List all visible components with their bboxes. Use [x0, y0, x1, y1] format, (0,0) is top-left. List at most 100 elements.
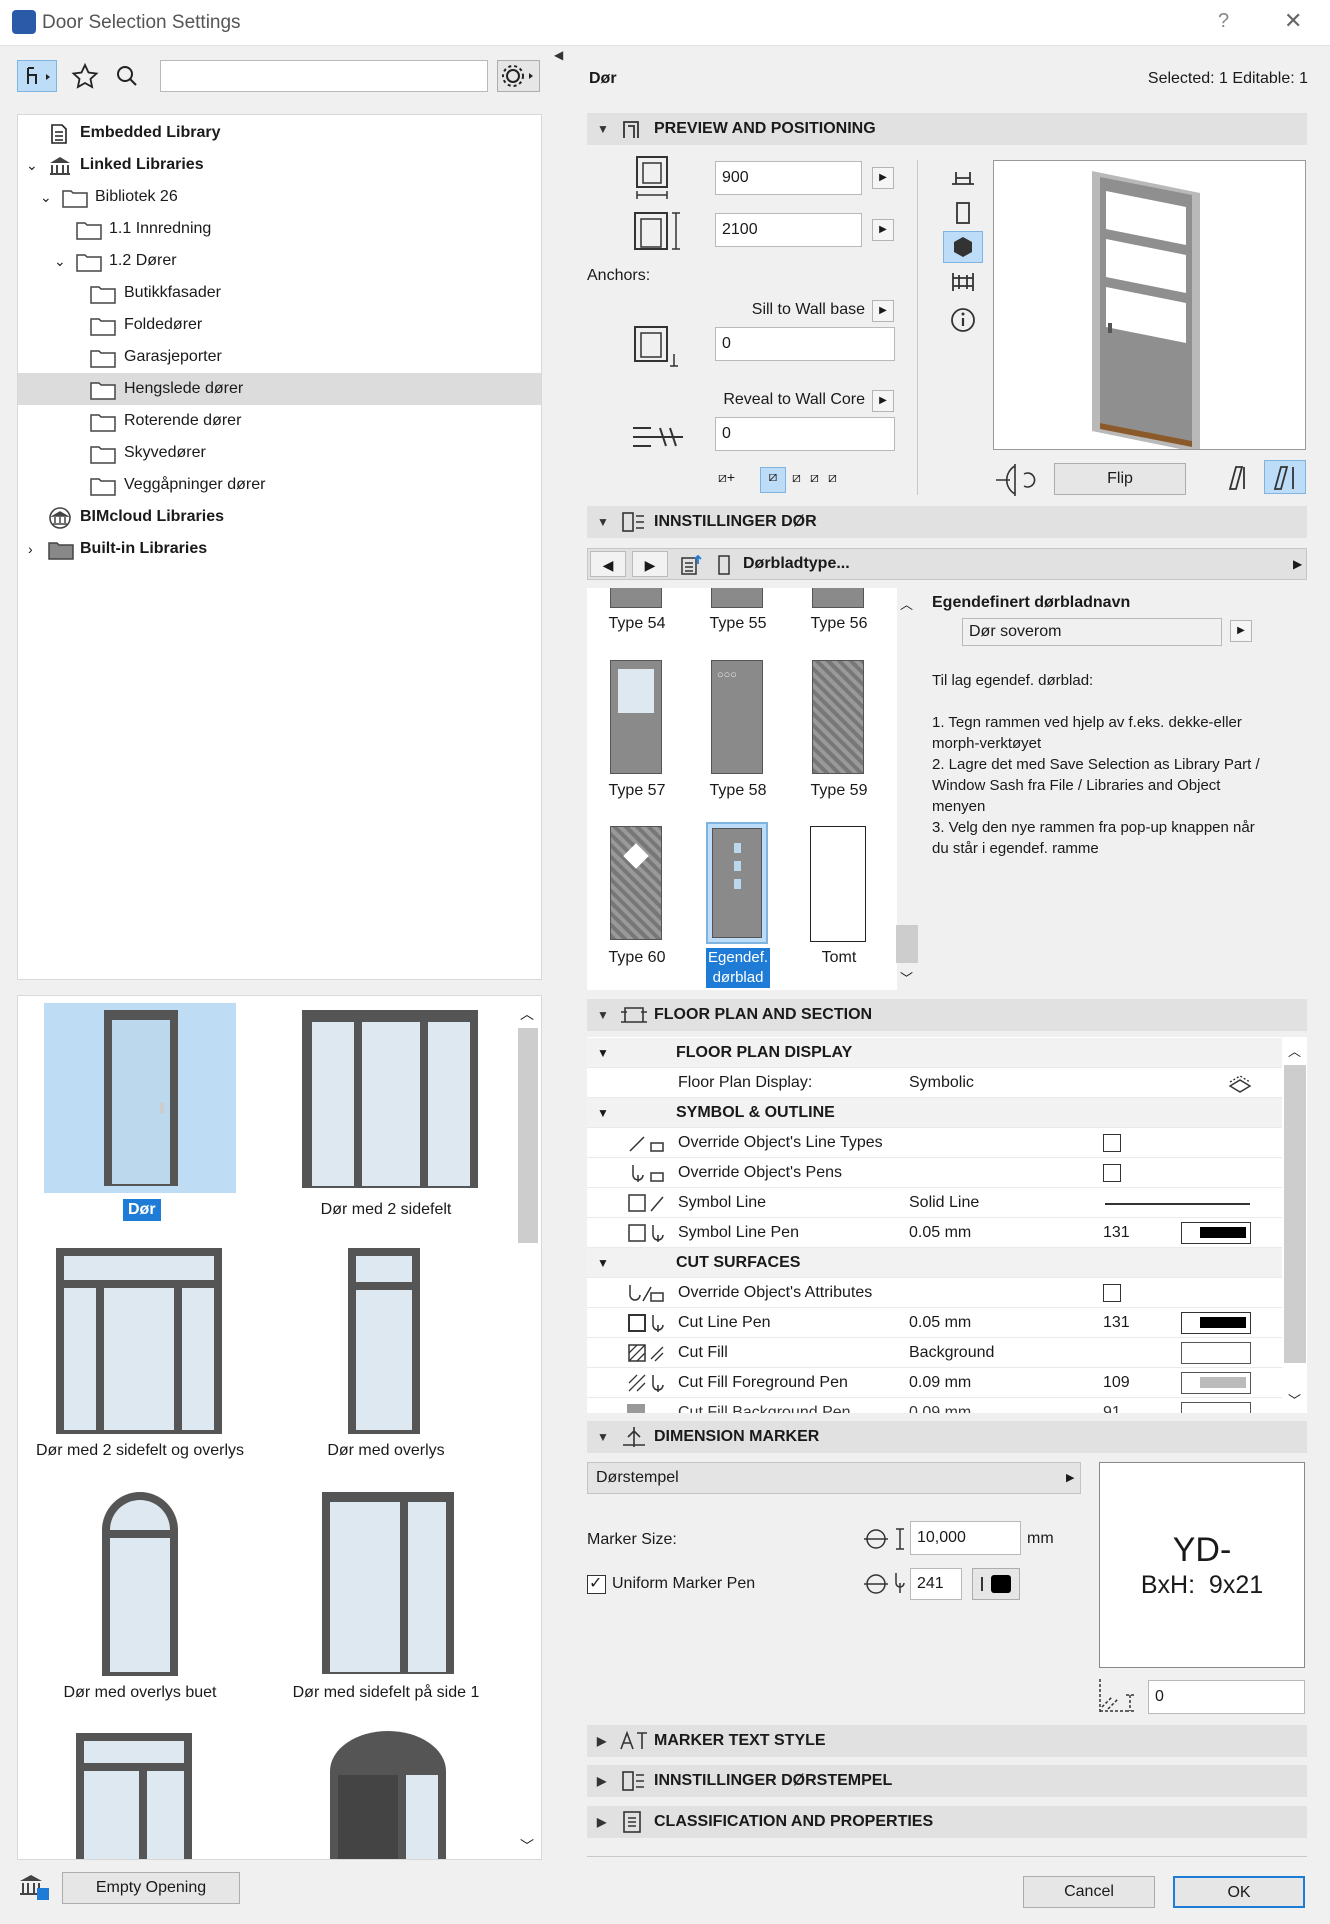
door-left-icon[interactable]	[1224, 463, 1254, 493]
row-symbol-line[interactable]: Symbol Line Solid Line	[587, 1188, 1282, 1218]
info-icon[interactable]	[950, 307, 976, 333]
plan-view-icon[interactable]	[950, 166, 976, 188]
leaf-type-thumb[interactable]	[812, 660, 864, 774]
tree-item-butikkfasader[interactable]: Butikkfasader	[18, 277, 541, 309]
leaf-scroll-up[interactable]: ︿	[900, 594, 913, 613]
tree-item-embedded[interactable]: Embedded Library	[18, 117, 541, 149]
leaf-type-thumb[interactable]	[610, 826, 662, 940]
search-button[interactable]	[114, 63, 140, 89]
row-override-pens[interactable]: Override Object's Pens	[587, 1158, 1282, 1188]
3d-view-button[interactable]	[943, 231, 983, 263]
uniform-pen-checkbox[interactable]: ✓	[587, 1575, 606, 1594]
pen-color-swatch[interactable]	[1181, 1222, 1251, 1244]
tree-item-builtin[interactable]: › Built-in Libraries	[18, 533, 541, 565]
grid-scrollbar-thumb[interactable]	[1284, 1065, 1306, 1363]
section-classification[interactable]: ▶ CLASSIFICATION AND PROPERTIES	[587, 1806, 1307, 1838]
tree-item-skyvedorer[interactable]: Skyvedører	[18, 437, 541, 469]
thumb-dor-sidefelt-side1[interactable]	[290, 1490, 482, 1680]
door-right-button[interactable]	[1264, 460, 1306, 494]
section-door-settings[interactable]: ▼ INNSTILLINGER DØR	[587, 506, 1307, 538]
override-line-types-checkbox[interactable]	[1103, 1134, 1121, 1152]
tree-item-veggapninger[interactable]: Veggåpninger dører	[18, 469, 541, 501]
leaf-type-thumb[interactable]	[812, 588, 864, 608]
pen-color-swatch[interactable]	[1181, 1372, 1251, 1394]
tree-item-linked[interactable]: ⌄ Linked Libraries	[18, 149, 541, 181]
leaf-type-thumb[interactable]	[610, 588, 662, 608]
width-options-button[interactable]: ▶	[872, 167, 894, 189]
expand-arrow-icon[interactable]: ⌄	[40, 181, 52, 213]
section-view-icon[interactable]	[950, 270, 976, 294]
row-cut-fill-fg-pen[interactable]: Cut Fill Foreground Pen 0.09 mm 109	[587, 1368, 1282, 1398]
thumbs-scroll-down[interactable]: ﹀	[520, 1836, 534, 1856]
tree-item-garasjeporter[interactable]: Garasjeporter	[18, 341, 541, 373]
thumbs-scrollbar-thumb[interactable]	[518, 1028, 538, 1243]
leaf-type-thumb[interactable]: ○○○	[711, 660, 763, 774]
search-input[interactable]	[160, 60, 488, 92]
close-button[interactable]: ✕	[1284, 8, 1302, 34]
row-cut-fill-bg-pen[interactable]: Cut Fill Background Pen 0.09 mm 91	[587, 1398, 1282, 1413]
height-options-button[interactable]: ▶	[872, 219, 894, 241]
marker-pen-swatch[interactable]	[972, 1568, 1020, 1600]
thumb-dor-2-sidefelt-overlys[interactable]	[44, 1246, 236, 1436]
sill-options-button[interactable]: ▶	[872, 300, 894, 322]
reveal-field[interactable]: 0	[715, 417, 895, 451]
section-stamp-settings[interactable]: ▶ INNSTILLINGER DØRSTEMPEL	[587, 1765, 1307, 1797]
tree-item-hengslede[interactable]: Hengslede dører	[18, 373, 541, 405]
leaf-type-selected[interactable]	[706, 822, 768, 944]
prev-leaf-button[interactable]: ◀	[590, 551, 626, 577]
pen-color-swatch[interactable]	[1181, 1402, 1251, 1413]
tree-item-roterende[interactable]: Roterende dører	[18, 405, 541, 437]
sill-field[interactable]: 0	[715, 327, 895, 361]
library-view-button[interactable]	[17, 60, 57, 92]
tree-item-foldedorer[interactable]: Foldedører	[18, 309, 541, 341]
reveal-options-button[interactable]: ▶	[872, 390, 894, 412]
empty-opening-button[interactable]: Empty Opening	[62, 1872, 240, 1904]
override-attributes-checkbox[interactable]	[1103, 1284, 1121, 1302]
thumb-dor-overlys-buet[interactable]	[44, 1490, 236, 1680]
row-cut-fill[interactable]: Cut Fill Background	[587, 1338, 1282, 1368]
flip-button[interactable]: Flip	[1054, 463, 1186, 495]
tree-item-innredning[interactable]: 1.1 Innredning	[18, 213, 541, 245]
row-symbol-line-pen[interactable]: Symbol Line Pen 0.05 mm 131	[587, 1218, 1282, 1248]
library-settings-button[interactable]	[497, 60, 540, 92]
section-dimension-marker[interactable]: ▼ DIMENSION MARKER	[587, 1421, 1307, 1453]
fill-swatch[interactable]	[1181, 1342, 1251, 1364]
leaf-library-icon[interactable]	[678, 552, 706, 578]
panel-collapse-arrow[interactable]: ◀	[554, 48, 563, 62]
library-manager-button[interactable]	[17, 1872, 53, 1902]
thumbs-scroll-up[interactable]: ︿	[520, 1004, 534, 1024]
ok-button[interactable]: OK	[1173, 1876, 1305, 1908]
anchor-option-icon[interactable]: ⧄	[760, 467, 786, 493]
thumb-partial-2[interactable]	[328, 1731, 448, 1859]
row-override-line-types[interactable]: Override Object's Line Types	[587, 1128, 1282, 1158]
favorites-button[interactable]	[70, 62, 100, 90]
marker-size-field[interactable]: 10,000	[910, 1521, 1021, 1555]
custom-name-field[interactable]: Dør soverom	[962, 618, 1222, 646]
subheader-floor-display[interactable]: ▼ FLOOR PLAN DISPLAY	[587, 1038, 1282, 1068]
leaf-type-thumb[interactable]	[711, 588, 763, 608]
next-leaf-button[interactable]: ▶	[632, 551, 668, 577]
anchor-option-icon[interactable]: ⧄	[810, 469, 819, 486]
anchor-option-icon[interactable]: ⧄+	[718, 469, 735, 486]
collapse-arrow-icon[interactable]: ›	[28, 533, 33, 565]
marker-offset-field[interactable]: 0	[1148, 1680, 1305, 1714]
marker-type-dropdown[interactable]: Dørstempel ▶	[587, 1462, 1081, 1494]
section-preview-positioning[interactable]: ▼ PREVIEW AND POSITIONING	[587, 113, 1307, 145]
height-field[interactable]: 2100	[715, 213, 862, 247]
dropdown-arrow-icon[interactable]: ▶	[1293, 549, 1302, 579]
cancel-button[interactable]: Cancel	[1023, 1876, 1155, 1908]
section-marker-text-style[interactable]: ▶ MARKER TEXT STYLE	[587, 1725, 1307, 1757]
tree-item-bimcloud[interactable]: BIMcloud Libraries	[18, 501, 541, 533]
anchor-option-icon[interactable]: ⧄	[828, 469, 837, 486]
thumb-dor-overlys[interactable]	[290, 1246, 482, 1436]
leaf-scrollbar-thumb[interactable]	[896, 925, 918, 963]
subheader-symbol-outline[interactable]: ▼ SYMBOL & OUTLINE	[587, 1098, 1282, 1128]
width-field[interactable]: 900	[715, 161, 862, 195]
row-cut-line-pen[interactable]: Cut Line Pen 0.05 mm 131	[587, 1308, 1282, 1338]
thumb-dor-2-sidefelt[interactable]	[290, 1003, 482, 1193]
elevation-view-icon[interactable]	[952, 201, 974, 225]
tree-item-bibliotek[interactable]: ⌄ Bibliotek 26	[18, 181, 541, 213]
grid-scroll-down[interactable]: ﹀	[1288, 1390, 1301, 1409]
grid-scroll-up[interactable]: ︿	[1288, 1041, 1301, 1060]
leaf-type-thumb[interactable]	[610, 660, 662, 774]
